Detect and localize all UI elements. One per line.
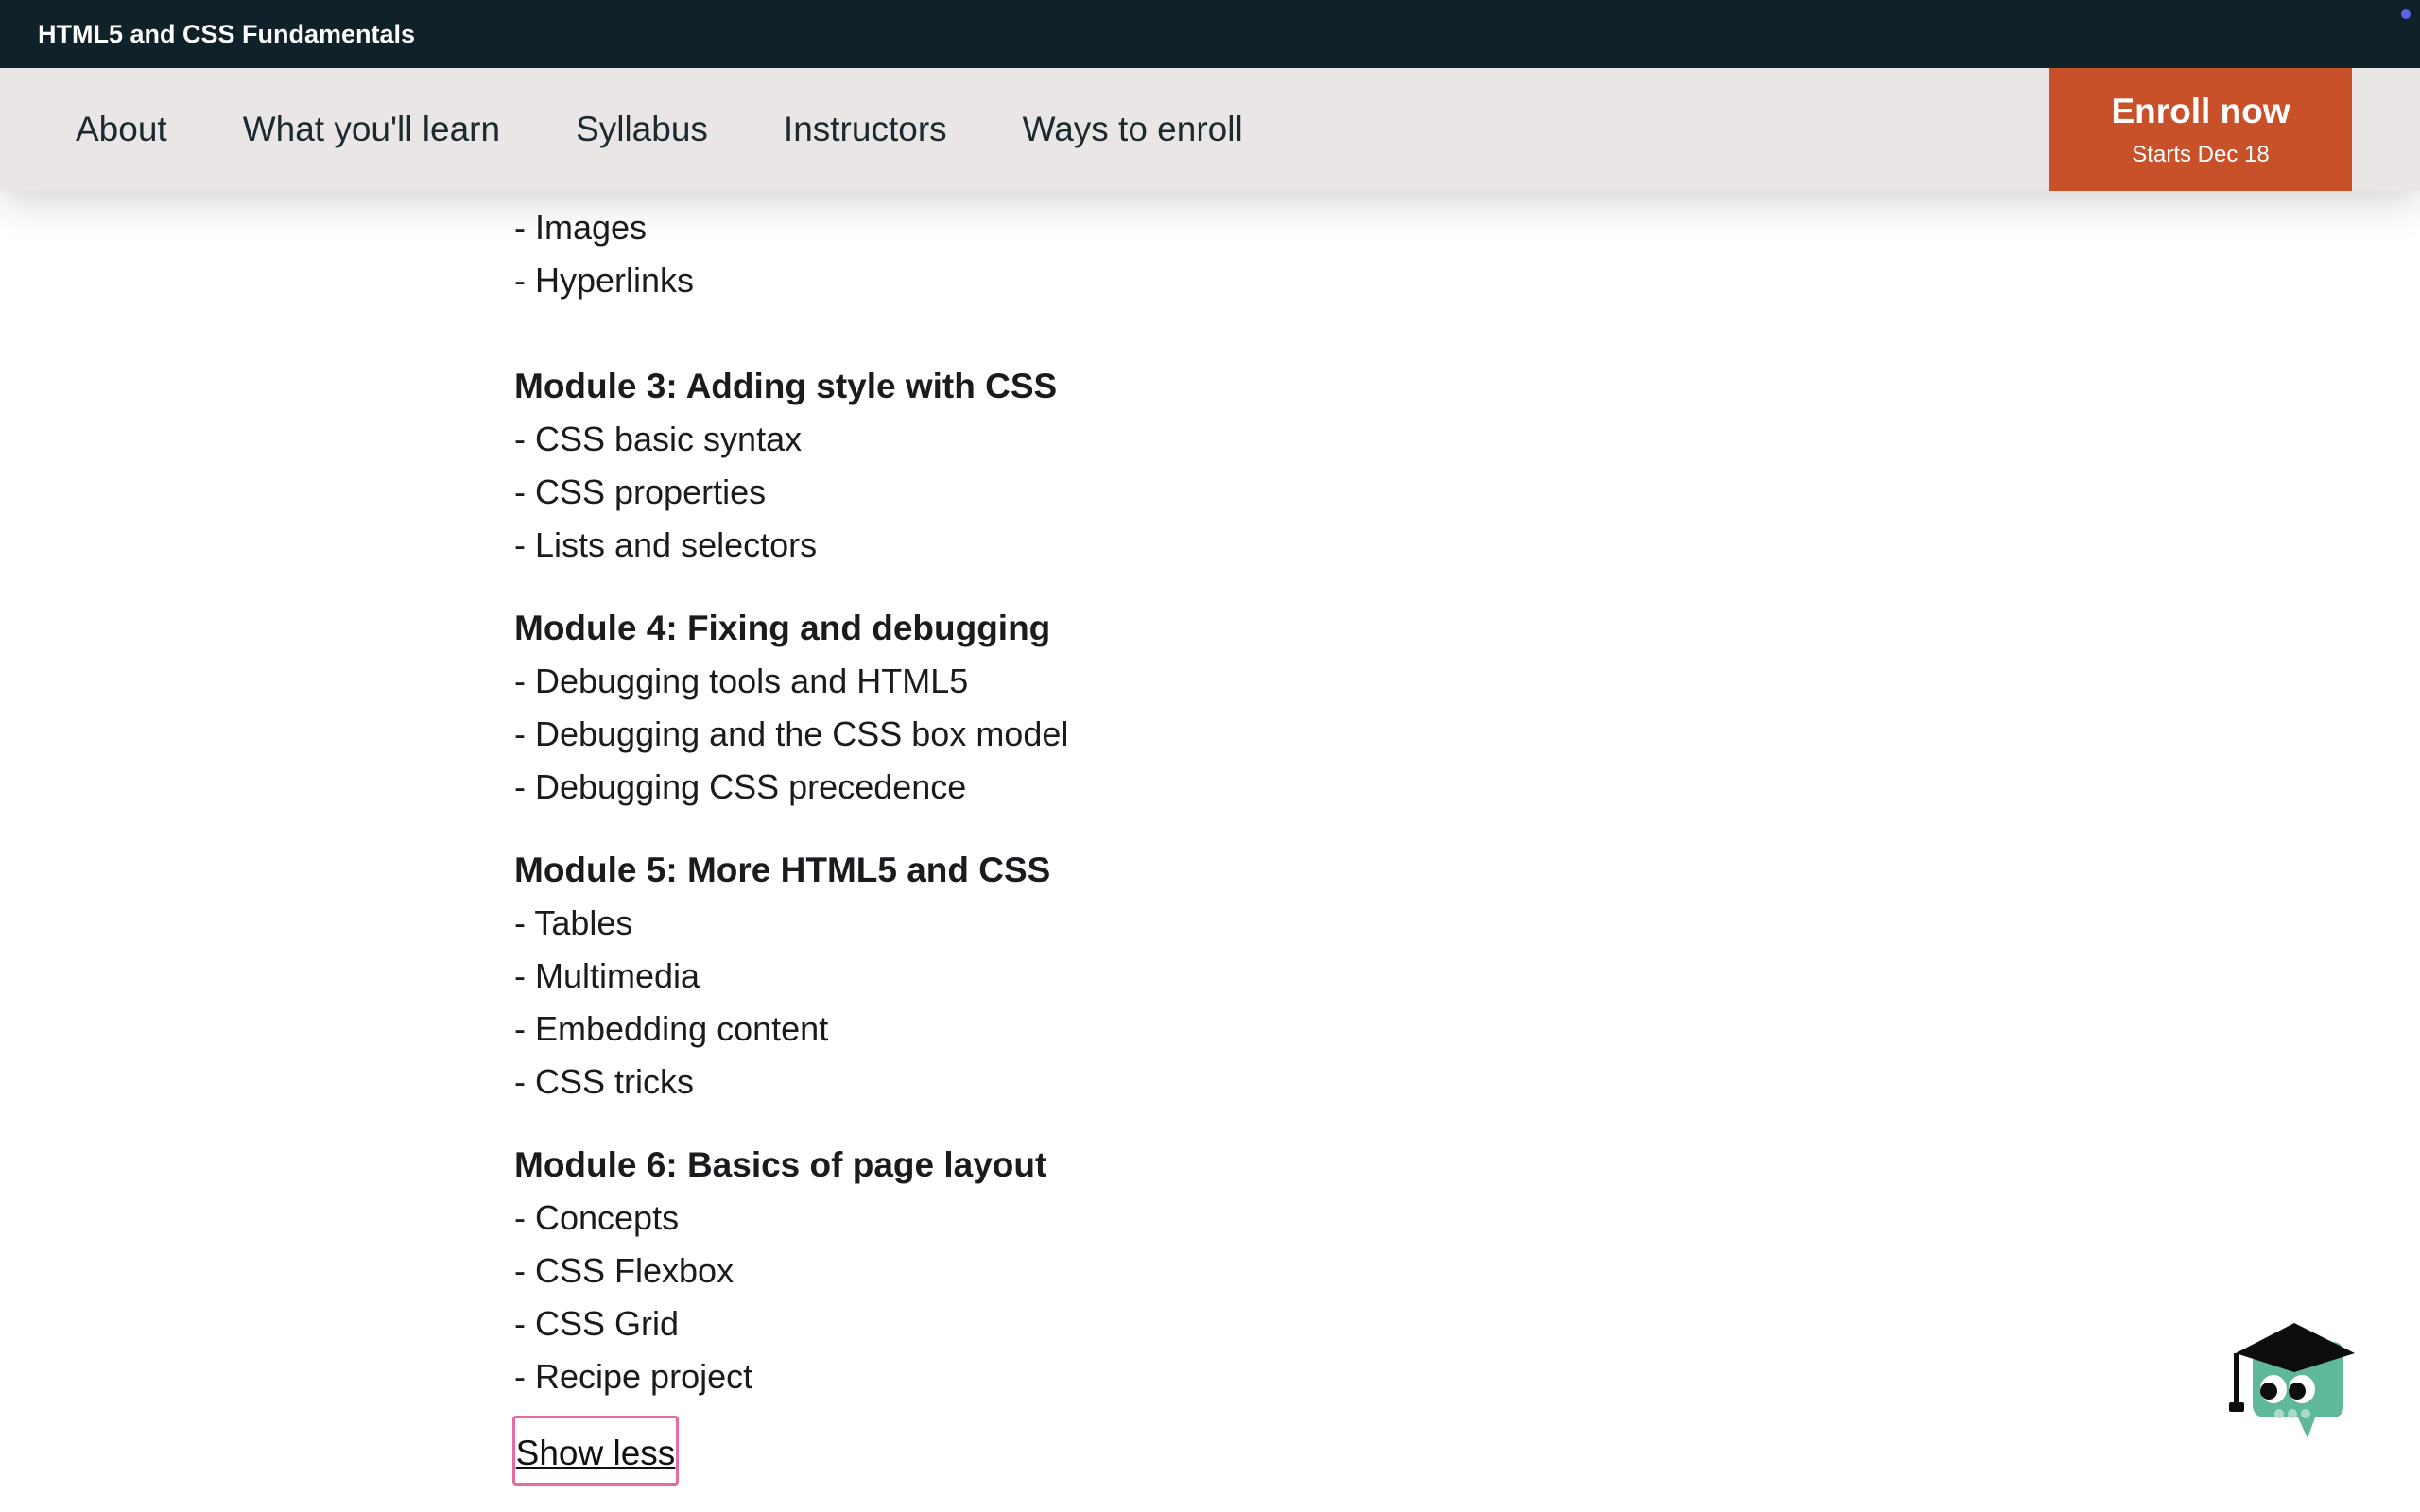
nav-syllabus[interactable]: Syllabus: [576, 110, 708, 149]
enroll-now-label: Enroll now: [2111, 92, 2290, 130]
list-item: - Embedding content: [514, 1009, 829, 1048]
enroll-start-date: Starts Dec 18: [2132, 142, 2270, 167]
list-item: - CSS tricks: [514, 1062, 695, 1101]
list-item: - Hyperlinks: [514, 261, 695, 300]
nav-links: About What you'll learn Syllabus Instruc…: [76, 68, 1319, 191]
notification-dot: [2401, 9, 2411, 19]
list-item: - Images: [514, 208, 648, 247]
course-nav: About What you'll learn Syllabus Instruc…: [0, 68, 2420, 191]
module-4-title: Module 4: Fixing and debugging: [514, 609, 1051, 647]
assistant-chat-button[interactable]: [2226, 1314, 2363, 1455]
enroll-now-button[interactable]: Enroll now Starts Dec 18: [2049, 68, 2352, 191]
nav-ways-to-enroll[interactable]: Ways to enroll: [1023, 110, 1243, 149]
module-6-title: Module 6: Basics of page layout: [514, 1145, 1047, 1184]
nav-about[interactable]: About: [76, 110, 167, 149]
list-item: - CSS Flexbox: [514, 1251, 735, 1290]
nav-what-youll-learn[interactable]: What you'll learn: [243, 110, 500, 149]
list-item: - Recipe project: [514, 1357, 753, 1396]
list-item: - CSS basic syntax: [514, 420, 803, 458]
nav-instructors[interactable]: Instructors: [784, 110, 947, 149]
course-title: HTML5 and CSS Fundamentals: [38, 19, 416, 48]
list-item: - Debugging and the CSS box model: [514, 714, 1069, 753]
list-item: - Debugging tools and HTML5: [514, 662, 969, 700]
course-title-bar: HTML5 and CSS Fundamentals: [0, 0, 2420, 68]
show-less-button[interactable]: Show less: [512, 1416, 679, 1486]
list-item: - CSS properties: [514, 472, 767, 511]
list-item: - CSS Grid: [514, 1304, 680, 1343]
list-item: - Tables: [514, 903, 633, 942]
list-item: - Lists and selectors: [514, 525, 818, 564]
list-item: - Multimedia: [514, 956, 700, 995]
module-5-title: Module 5: More HTML5 and CSS: [514, 850, 1051, 889]
module-3-title: Module 3: Adding style with CSS: [514, 367, 1058, 405]
graduation-cap-mascot-icon: [2229, 1323, 2355, 1438]
list-item: - Concepts: [514, 1198, 680, 1237]
list-item: - Debugging CSS precedence: [514, 767, 967, 806]
